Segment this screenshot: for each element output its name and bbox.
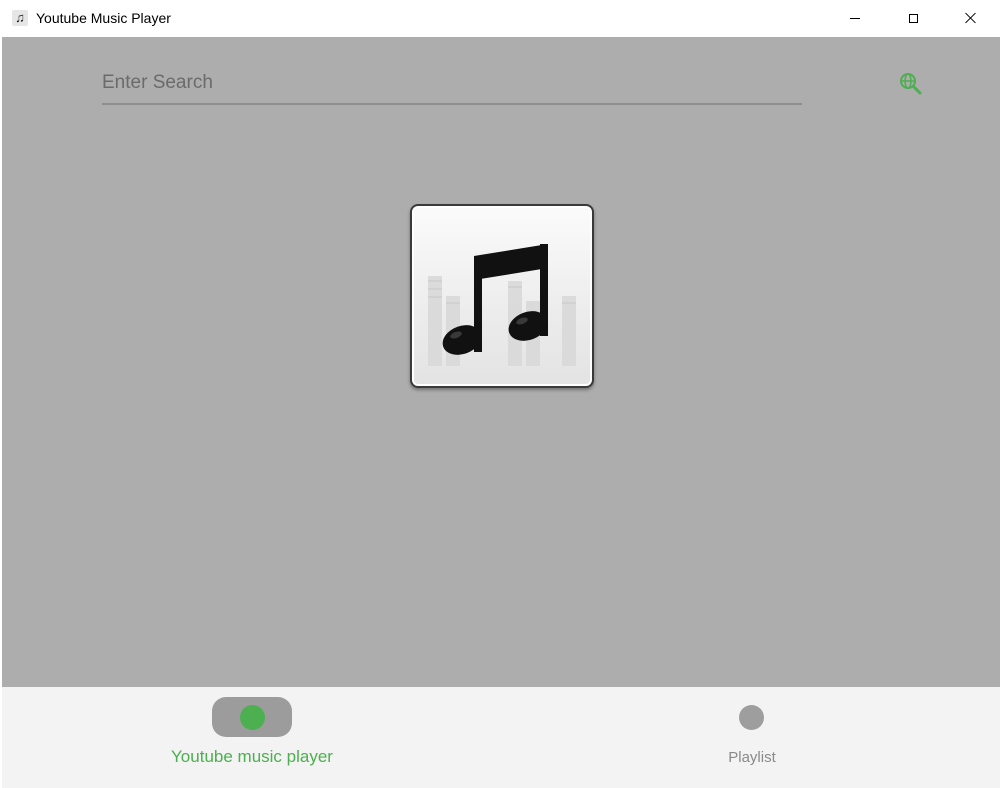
close-button[interactable]	[942, 0, 1000, 36]
minimize-button[interactable]	[826, 0, 884, 36]
search-button[interactable]	[898, 71, 924, 97]
app-window: ♫ Youtube Music Player Enter Search Yout…	[0, 0, 1000, 788]
globe-search-icon	[900, 73, 922, 95]
minimize-icon	[850, 17, 860, 19]
maximize-icon	[908, 13, 918, 23]
search-input[interactable]	[102, 65, 802, 101]
music-note-icon: ♫	[12, 10, 28, 26]
album-art	[410, 204, 594, 388]
nav-item-playlist[interactable]: Playlist	[627, 687, 877, 788]
close-icon	[965, 12, 977, 24]
nav-item-label: Youtube music player	[171, 747, 333, 766]
nav-dot-icon	[240, 705, 265, 730]
nav-item-label: Playlist	[728, 749, 776, 766]
window-title: Youtube Music Player	[36, 10, 171, 26]
nav-dot-icon	[739, 705, 764, 730]
maximize-button[interactable]	[884, 0, 942, 36]
nav-item-youtube-music-player[interactable]: Youtube music player	[127, 687, 377, 788]
search-field	[102, 65, 802, 105]
music-note-icon	[428, 244, 576, 366]
bottom-navigation: Youtube music player Playlist	[2, 687, 1000, 788]
title-bar[interactable]: ♫ Youtube Music Player	[0, 0, 1000, 37]
main-content	[2, 37, 1000, 687]
